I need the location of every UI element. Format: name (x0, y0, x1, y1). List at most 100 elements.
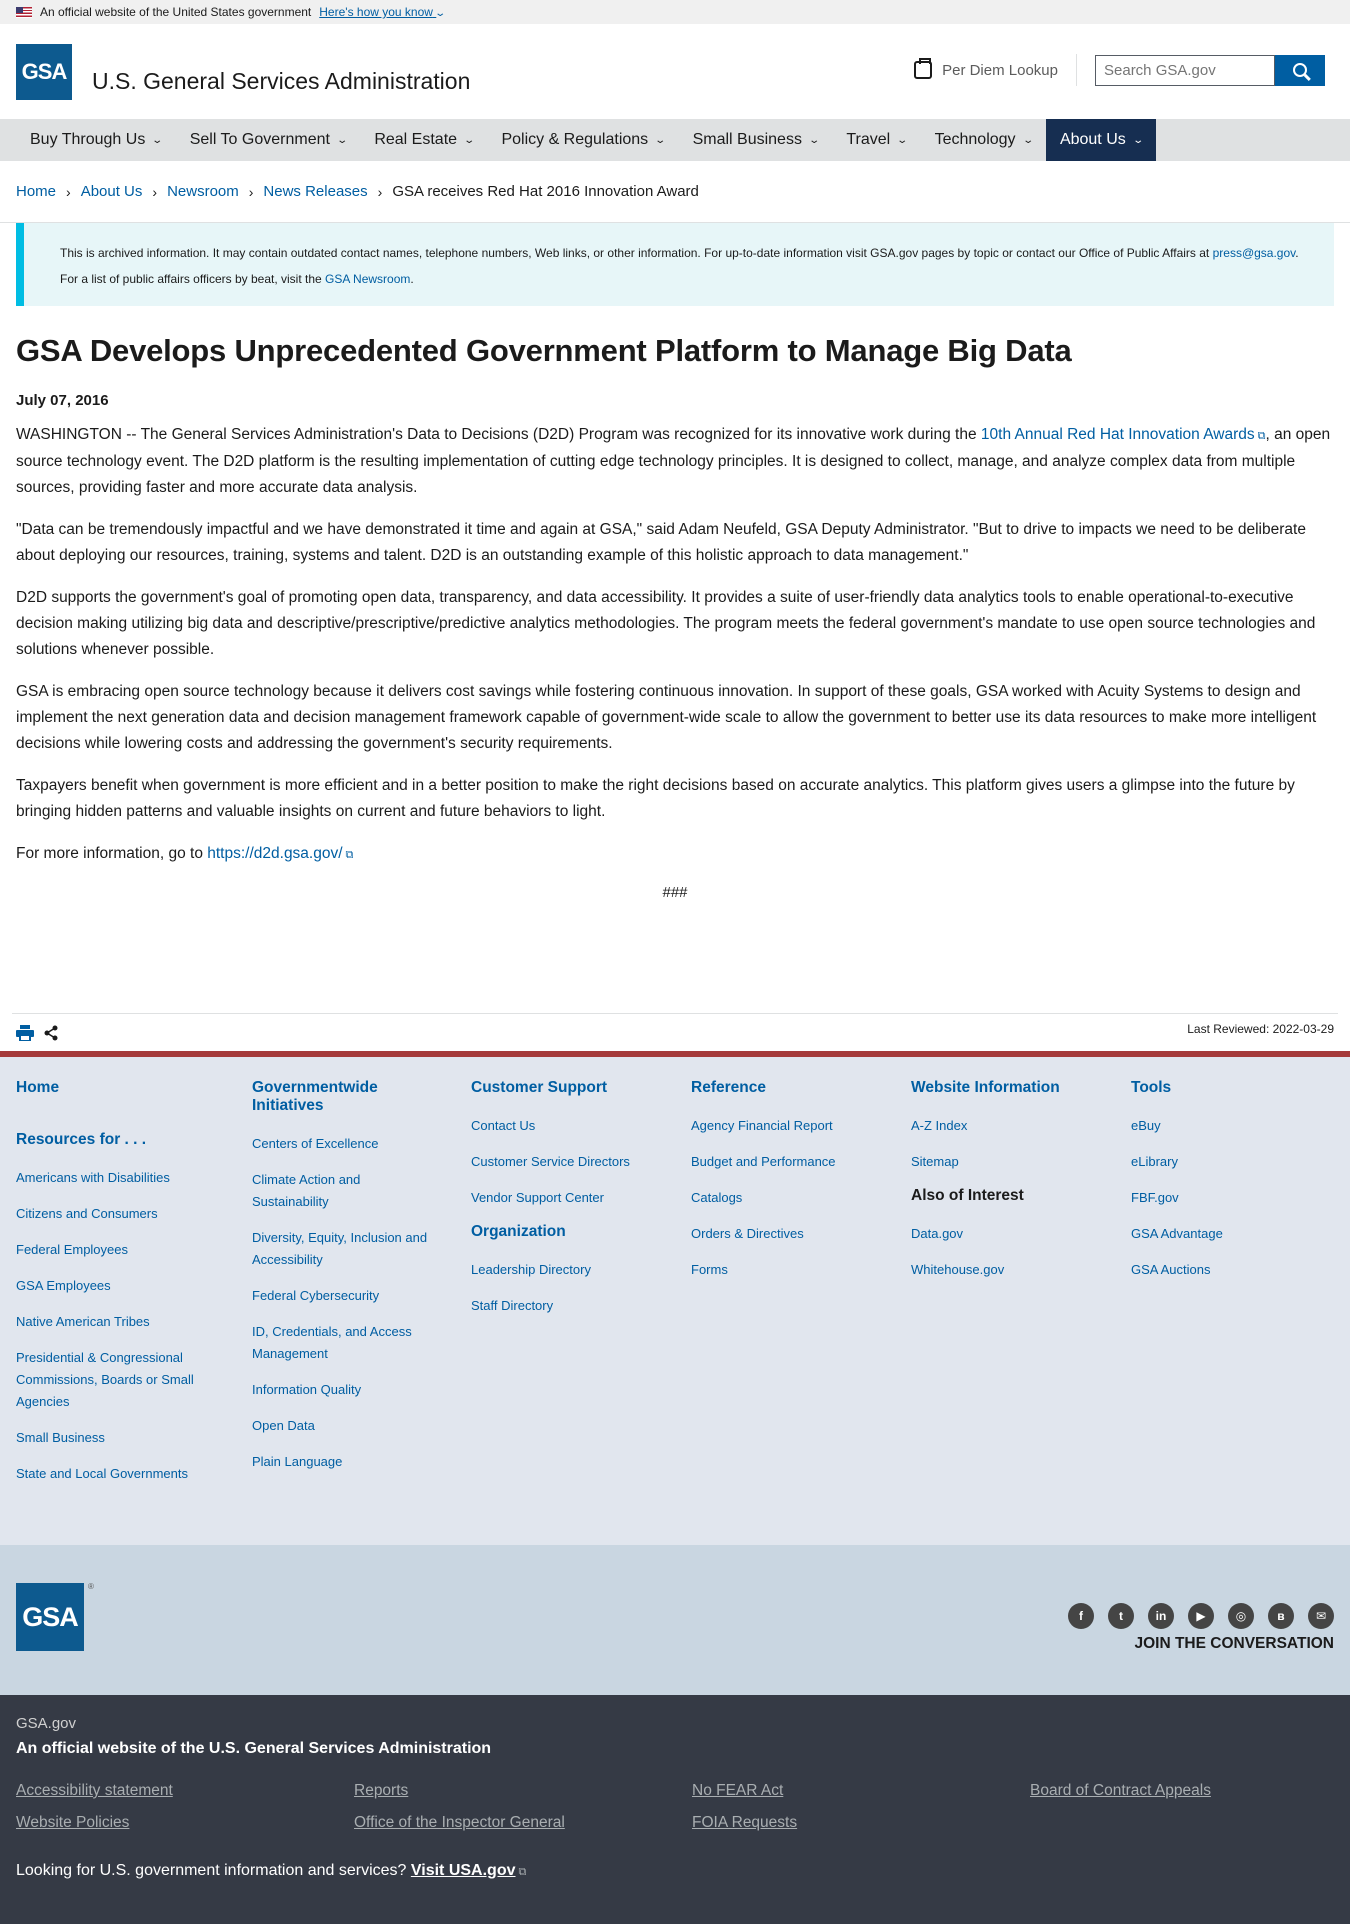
no-fear-act-link[interactable]: No FEAR Act (692, 1782, 1030, 1800)
search-form (1095, 54, 1325, 86)
reports-link[interactable]: Reports (354, 1782, 692, 1800)
footer-link[interactable]: FBF.gov (1131, 1187, 1311, 1209)
footer-col-reference: Reference Agency Financial Report Budget… (691, 1079, 911, 1545)
footer-reference-heading[interactable]: Reference (691, 1079, 911, 1097)
nav-policy-regulations[interactable]: Policy & Regulations ⌄ (487, 119, 678, 161)
registered-icon: ® (88, 1582, 94, 1591)
breadcrumb-home[interactable]: Home (16, 183, 56, 200)
linkedin-icon[interactable]: in (1148, 1603, 1174, 1629)
footer-link[interactable]: Orders & Directives (691, 1223, 911, 1245)
red-hat-awards-link[interactable]: 10th Annual Red Hat Innovation Awards (981, 426, 1255, 443)
chevron-right-icon: › (152, 183, 158, 200)
nav-buy-through-us[interactable]: Buy Through Us ⌄ (16, 119, 176, 161)
footer-support-heading[interactable]: Customer Support (471, 1079, 691, 1097)
footer-home-link[interactable]: Home (16, 1079, 252, 1097)
footer-tools-heading[interactable]: Tools (1131, 1079, 1311, 1097)
footer-link[interactable]: eLibrary (1131, 1151, 1311, 1173)
footer-link[interactable]: Customer Service Directors (471, 1151, 691, 1173)
footer-link[interactable]: Agency Financial Report (691, 1115, 911, 1137)
footer-initiatives-heading[interactable]: Governmentwide Initiatives (252, 1079, 402, 1115)
footer-link[interactable]: ID, Credentials, and Access Management (252, 1321, 432, 1365)
footer-link[interactable]: Whitehouse.gov (911, 1259, 1131, 1281)
footer-link[interactable]: Small Business (16, 1427, 252, 1449)
footer-link[interactable]: Centers of Excellence (252, 1133, 471, 1155)
nav-travel[interactable]: Travel ⌄ (832, 119, 920, 161)
footer-link[interactable]: Data.gov (911, 1223, 1131, 1245)
footer-link[interactable]: Vendor Support Center (471, 1187, 691, 1209)
footer-link[interactable]: Diversity, Equity, Inclusion and Accessi… (252, 1227, 442, 1271)
how-you-know-link[interactable]: Here's how you know ⌄ (319, 5, 446, 19)
footer-website-heading[interactable]: Website Information (911, 1079, 1131, 1097)
breadcrumb-newsroom[interactable]: Newsroom (167, 183, 239, 200)
footer-link[interactable]: Leadership Directory (471, 1259, 691, 1281)
breadcrumb-news-releases[interactable]: News Releases (263, 183, 367, 200)
usa-gov-link[interactable]: Visit USA.gov (411, 1862, 516, 1879)
external-link-icon: ⧉ (1257, 430, 1266, 442)
footer-link[interactable]: Americans with Disabilities (16, 1167, 252, 1189)
nav-about-us[interactable]: About Us ⌄ (1045, 119, 1157, 161)
youtube-icon[interactable]: ▶ (1188, 1603, 1214, 1629)
footer-link[interactable]: Catalogs (691, 1187, 911, 1209)
footer-link[interactable]: State and Local Governments (16, 1463, 252, 1485)
footer-link[interactable]: A-Z Index (911, 1115, 1131, 1137)
breadcrumb-about-us[interactable]: About Us (81, 183, 143, 200)
search-input[interactable] (1095, 54, 1275, 86)
per-diem-link[interactable]: Per Diem Lookup (914, 54, 1077, 86)
instagram-icon[interactable]: ◎ (1228, 1603, 1254, 1629)
main-nav: Buy Through Us ⌄ Sell To Government ⌄ Real… (0, 119, 1350, 161)
foia-link[interactable]: FOIA Requests (692, 1814, 1030, 1832)
footer-organization-heading[interactable]: Organization (471, 1223, 691, 1241)
press-email-link[interactable]: press@gsa.gov (1213, 246, 1296, 260)
website-policies-link[interactable]: Website Policies (16, 1814, 354, 1832)
chevron-right-icon: › (66, 183, 71, 200)
footer-link[interactable]: Plain Language (252, 1451, 471, 1473)
d2d-link[interactable]: https://d2d.gsa.gov/ (207, 845, 342, 862)
site-title[interactable]: U.S. General Services Administration (92, 68, 470, 95)
nav-real-estate[interactable]: Real Estate ⌄ (360, 119, 487, 161)
share-icon[interactable] (44, 1025, 58, 1041)
footer-link[interactable]: GSA Employees (16, 1275, 252, 1297)
gsa-logo[interactable]: GSA (16, 43, 72, 100)
footer-link[interactable]: eBuy (1131, 1115, 1311, 1137)
footer-link[interactable]: Forms (691, 1259, 911, 1281)
blog-icon[interactable]: ʙ (1268, 1603, 1294, 1629)
social-links: f t in ▶ ◎ ʙ ✉ (1068, 1603, 1334, 1629)
nav-technology[interactable]: Technology ⌄ (921, 119, 1046, 161)
footer-link[interactable]: GSA Auctions (1131, 1259, 1311, 1281)
footer-link[interactable]: Staff Directory (471, 1295, 691, 1317)
footer-link[interactable]: Sitemap (911, 1151, 1131, 1173)
footer-link[interactable]: Citizens and Consumers (16, 1203, 252, 1225)
footer-link[interactable]: Contact Us (471, 1115, 691, 1137)
footer-link[interactable]: Climate Action and Sustainability (252, 1169, 392, 1213)
footer-link[interactable]: Presidential & Congressional Commissions… (16, 1347, 206, 1413)
footer-link[interactable]: Information Quality (252, 1379, 471, 1401)
paragraph-4: GSA is embracing open source technology … (16, 683, 1317, 752)
facebook-icon[interactable]: f (1068, 1603, 1094, 1629)
inspector-general-link[interactable]: Office of the Inspector General (354, 1814, 692, 1832)
footer-link[interactable]: Federal Employees (16, 1239, 252, 1261)
gsa-newsroom-link[interactable]: GSA Newsroom (325, 272, 410, 286)
alert-text-2: For a list of public affairs officers by… (60, 272, 322, 286)
footer-also-heading: Also of Interest (911, 1187, 1024, 1204)
nav-sell-to-government[interactable]: Sell To Government ⌄ (176, 119, 361, 161)
email-icon[interactable]: ✉ (1308, 1603, 1334, 1629)
article: GSA Develops Unprecedented Government Pl… (0, 333, 1350, 901)
usa-gov-row: Looking for U.S. government information … (16, 1862, 1334, 1880)
chevron-right-icon: › (377, 183, 383, 200)
footer-link[interactable]: Budget and Performance (691, 1151, 911, 1173)
paragraph-2: "Data can be tremendously impactful and … (16, 521, 1306, 564)
footer-gsa-logo[interactable]: GSA (16, 1583, 84, 1651)
paragraph-3: D2D supports the government's goal of pr… (16, 589, 1316, 658)
footer-link[interactable]: Open Data (252, 1415, 471, 1437)
print-icon[interactable] (16, 1024, 34, 1041)
footer-resources-heading: Resources for . . . (16, 1131, 147, 1148)
nav-small-business[interactable]: Small Business ⌄ (679, 119, 833, 161)
footer-link[interactable]: Native American Tribes (16, 1311, 252, 1333)
twitter-icon[interactable]: t (1108, 1603, 1134, 1629)
chevron-down-icon: ⌄ (336, 134, 349, 146)
search-button[interactable] (1275, 54, 1325, 86)
footer-link[interactable]: Federal Cybersecurity (252, 1285, 471, 1307)
accessibility-link[interactable]: Accessibility statement (16, 1782, 354, 1800)
board-contract-appeals-link[interactable]: Board of Contract Appeals (1030, 1782, 1330, 1800)
footer-link[interactable]: GSA Advantage (1131, 1223, 1311, 1245)
